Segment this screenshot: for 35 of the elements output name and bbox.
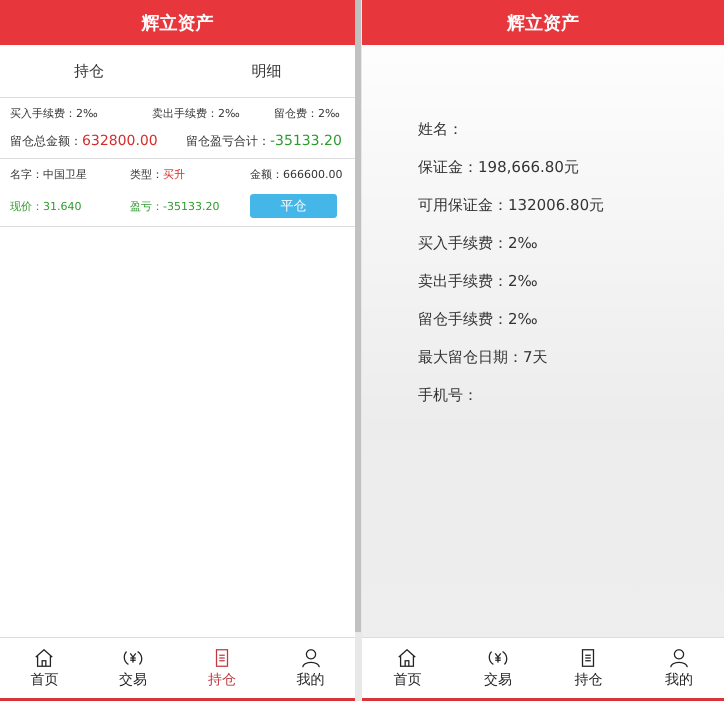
info-line: 留仓手续费：2‰	[418, 310, 539, 329]
tab-bar-item[interactable]: 我的	[266, 638, 355, 698]
fee-text: 卖出手续费：2‰	[152, 106, 241, 121]
tab-bar-item[interactable]: 持仓	[543, 638, 634, 698]
info-line: 最大留仓日期：7天	[418, 348, 549, 367]
tab-bar-item[interactable]: 持仓	[178, 638, 266, 698]
info-line: 手机号：	[418, 386, 479, 405]
tab[interactable]: 持仓	[74, 62, 104, 80]
user-icon	[668, 647, 690, 669]
info-line: 可用保证金：132006.80元	[418, 196, 606, 215]
field-text: 盈亏：-35133.20	[130, 198, 220, 214]
tab-bar-item[interactable]: 交易	[452, 638, 543, 698]
field-text: 留仓总金额：632800.00	[10, 133, 159, 150]
field-text: 金额：666600.00	[250, 167, 344, 182]
info-line: 卖出手续费：2‰	[418, 272, 539, 291]
field-text: 名字：中国卫星	[10, 167, 88, 182]
home-icon	[396, 647, 418, 669]
info-line: 保证金：198,666.80元	[418, 158, 580, 177]
user-icon	[300, 647, 322, 669]
app-title: 辉立资产	[0, 0, 355, 45]
fee-text: 买入手续费：2‰	[10, 106, 99, 121]
info-line: 买入手续费：2‰	[418, 234, 539, 253]
tab[interactable]: 明细	[251, 62, 282, 80]
tab-bar-item[interactable]: 首页	[0, 638, 89, 698]
app-title: 辉立资产	[362, 0, 724, 45]
tab-bar-item[interactable]: 首页	[362, 638, 452, 698]
scrollbar[interactable]	[355, 0, 362, 701]
field-text: 留仓盈亏合计：-35133.20	[186, 133, 343, 150]
field-text: 类型：买升	[130, 167, 186, 182]
info-line: 姓名：	[418, 120, 464, 139]
fee-text: 留仓费：2‰	[274, 106, 341, 121]
field-text: 现价：31.640	[10, 198, 82, 214]
tab-bar-item[interactable]: 我的	[634, 638, 724, 698]
home-icon	[33, 647, 56, 669]
tab-bar-item[interactable]: 交易	[88, 638, 178, 698]
